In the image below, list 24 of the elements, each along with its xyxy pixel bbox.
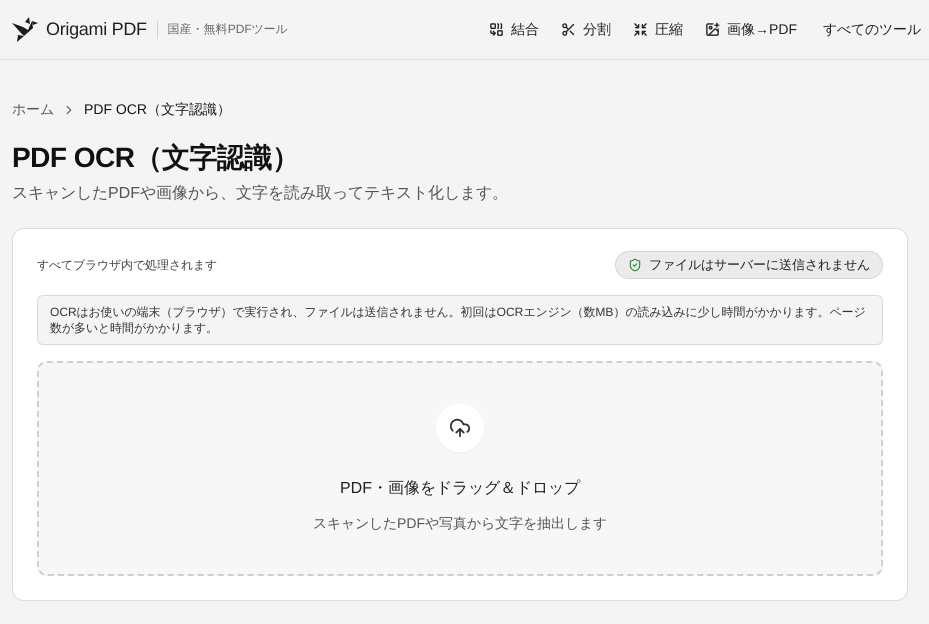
info-message: OCRはお使いの端末（ブラウザ）で実行され、ファイルは送信されません。初回はOCRエンジン（数MB）の読み込みに少し時間がかかります。ページ数が多いと時間がかかります。 (37, 295, 883, 345)
tagline: 国産・無料PDFツール (168, 21, 288, 38)
page-title: PDF OCR（文字認識） (12, 141, 300, 175)
page-subtitle: スキャンしたPDFや画像から、文字を読み取ってテキスト化します。 (12, 184, 509, 204)
cloud-upload-icon (436, 404, 484, 452)
breadcrumb-link[interactable]: ホーム (12, 101, 54, 119)
nav-link[interactable]: 画像→PDF (705, 20, 797, 38)
dropzone-title: PDF・画像をドラッグ＆ドロップ (340, 478, 580, 499)
breadcrumb-current-page: PDF OCR（文字認識） (84, 101, 231, 119)
dropzone-hint: スキャンしたPDFや写真から文字を抽出します (313, 515, 607, 533)
privacy-note: すべてブラウザ内で処理されます (37, 256, 217, 274)
logo-text[interactable]: Origami PDF (46, 19, 147, 40)
shield-check-icon (628, 258, 642, 272)
nav-link[interactable]: 分割 (561, 20, 611, 38)
privacy-badge: ファイルはサーバーに送信されません (615, 251, 883, 279)
image-plus-icon (705, 22, 720, 37)
shrink-icon (633, 22, 648, 37)
nav-link[interactable]: 結合 (489, 20, 539, 38)
nav-link[interactable]: 圧縮 (633, 20, 683, 38)
origami-bird-logo-icon (12, 17, 38, 42)
nav-link[interactable]: すべてのツール (823, 20, 921, 38)
merge-icon (489, 22, 504, 37)
file-dropzone[interactable]: PDF・画像をドラッグ＆ドロップ スキャンしたPDFや写真から文字を抽出します (37, 361, 883, 576)
scissors-icon (561, 22, 576, 37)
